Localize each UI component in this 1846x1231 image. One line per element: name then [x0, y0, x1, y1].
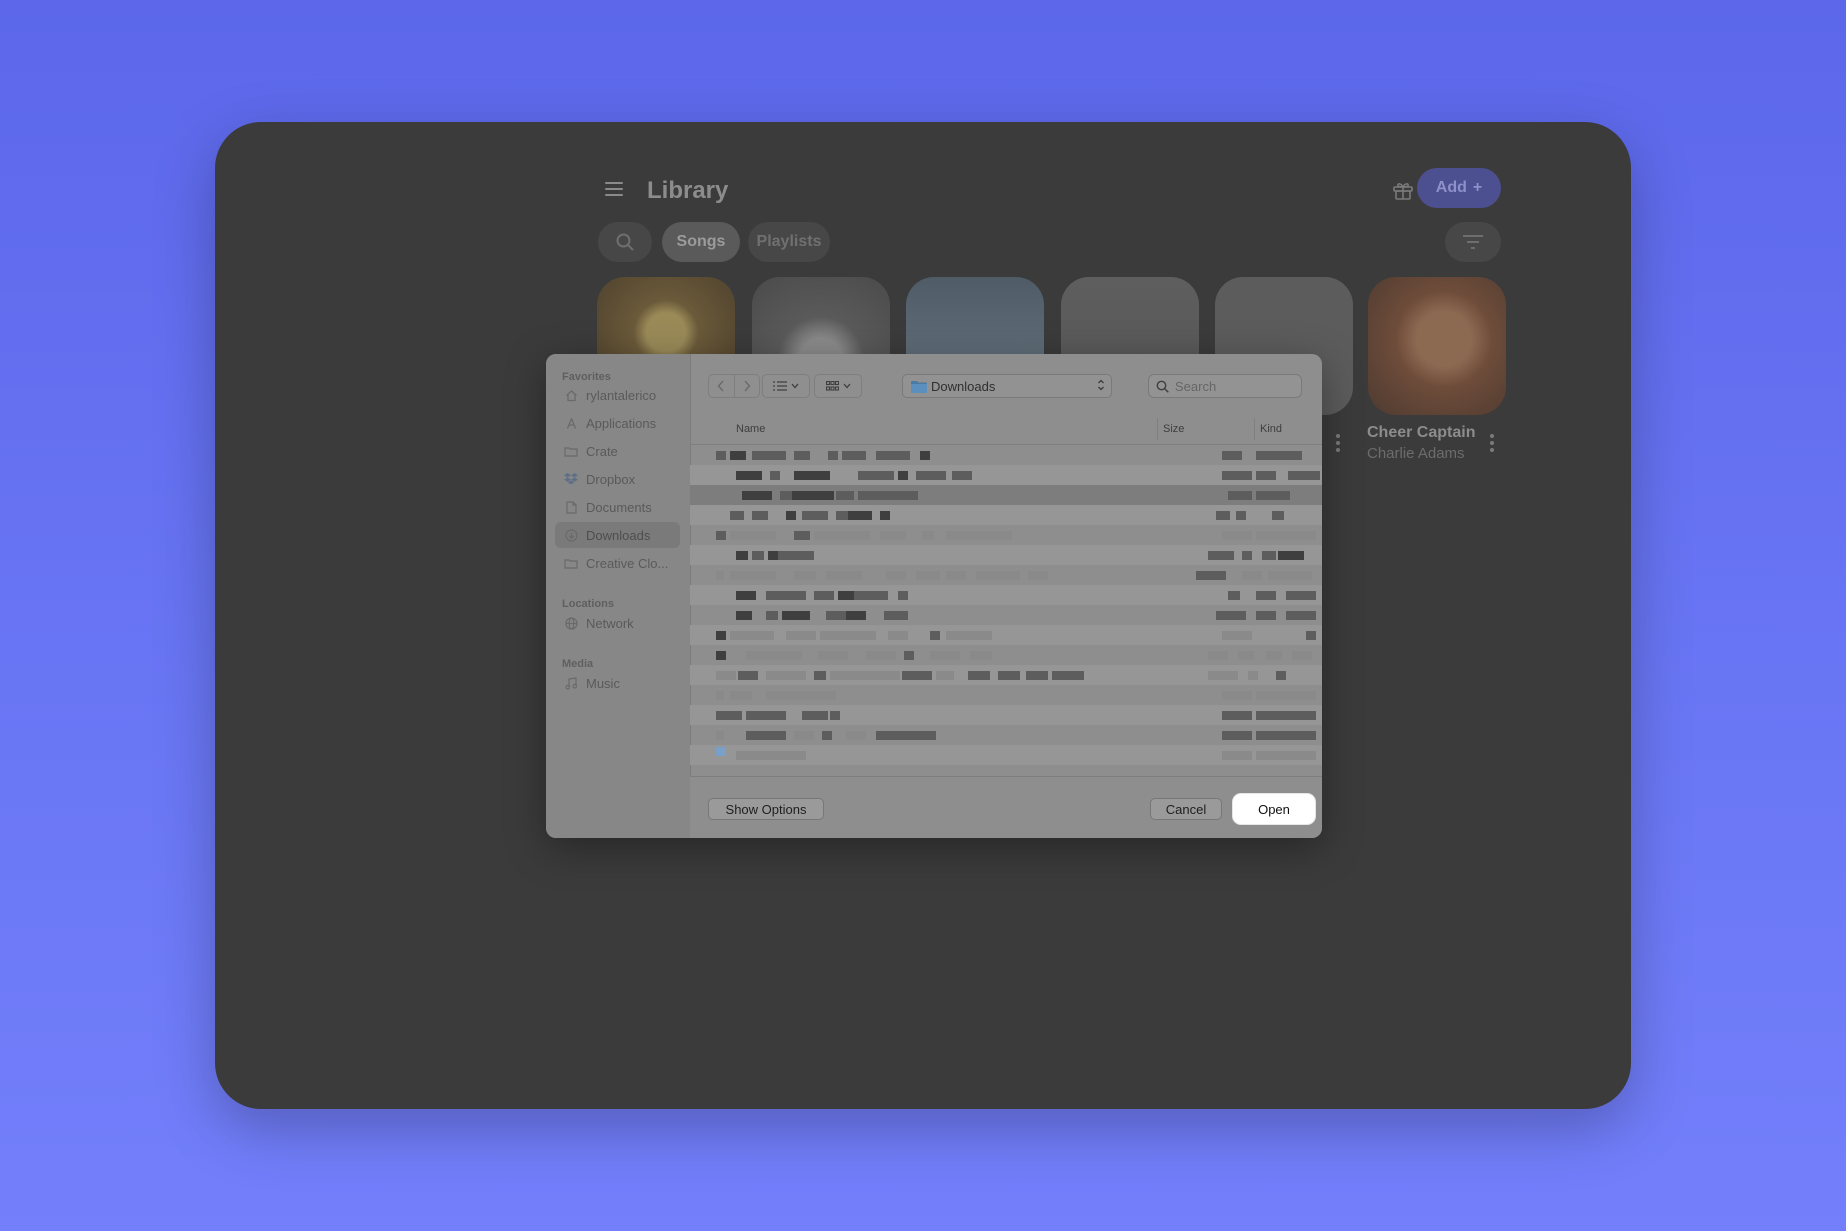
dialog-sidebar: Favorites rylantalerico Applications Cra… — [546, 354, 691, 838]
file-row[interactable] — [690, 605, 1322, 625]
library-tabs: Songs Playlists — [598, 222, 1511, 264]
list-view-icon — [773, 381, 787, 391]
folder-icon — [564, 556, 578, 570]
page-title: Library — [647, 177, 729, 204]
tab-songs[interactable]: Songs — [662, 222, 740, 262]
plus-icon: + — [1472, 179, 1483, 196]
file-row[interactable] — [690, 545, 1322, 565]
folder-icon — [564, 444, 578, 458]
file-row[interactable] — [690, 745, 1322, 765]
cancel-button[interactable]: Cancel — [1150, 798, 1222, 820]
file-row[interactable] — [690, 645, 1322, 665]
file-row[interactable] — [690, 685, 1322, 705]
file-row-selected[interactable] — [690, 485, 1322, 505]
album-title: Cheer Captain — [1367, 424, 1476, 441]
chevron-down-icon — [843, 383, 850, 389]
open-file-dialog: Favorites rylantalerico Applications Cra… — [546, 354, 1322, 838]
file-list: Name Size Kind — [690, 414, 1322, 776]
chevron-down-icon — [791, 383, 799, 389]
location-dropdown[interactable]: Downloads — [902, 374, 1112, 398]
sidebar-item-label: Applications — [586, 415, 657, 431]
list-view-button[interactable] — [762, 374, 810, 398]
sidebar-item-creative-cloud[interactable]: Creative Clo... — [555, 550, 680, 576]
file-row[interactable] — [690, 585, 1322, 605]
sidebar-item-home[interactable]: rylantalerico — [555, 382, 680, 408]
search-button[interactable] — [598, 222, 652, 262]
grid-view-icon — [825, 380, 839, 391]
sidebar-item-music[interactable]: Music — [555, 670, 680, 696]
dropbox-icon — [564, 472, 578, 486]
file-row[interactable] — [690, 525, 1322, 545]
sidebar-item-documents[interactable]: Documents — [555, 494, 680, 520]
sidebar-item-network[interactable]: Network — [555, 610, 680, 636]
back-button[interactable] — [709, 375, 734, 397]
add-button-label: Add — [1435, 179, 1467, 196]
file-row[interactable] — [690, 705, 1322, 725]
file-row[interactable] — [690, 625, 1322, 645]
album-art-cheer-captain[interactable] — [1368, 277, 1506, 415]
filter-button[interactable] — [1445, 222, 1501, 262]
column-divider[interactable] — [1254, 418, 1255, 440]
open-button[interactable]: Open — [1233, 794, 1315, 824]
sidebar-item-dropbox[interactable]: Dropbox — [555, 466, 680, 492]
search-icon — [616, 233, 634, 251]
more-options-icon[interactable] — [1336, 434, 1340, 455]
column-header-kind[interactable]: Kind — [1260, 423, 1282, 435]
sidebar-item-label: rylantalerico — [586, 387, 657, 403]
chevron-left-icon — [717, 380, 724, 392]
more-options-icon[interactable] — [1490, 434, 1494, 455]
column-divider[interactable] — [1157, 418, 1158, 440]
sidebar-item-label: Documents — [586, 499, 652, 515]
column-header-name[interactable]: Name — [736, 423, 765, 435]
search-input[interactable] — [1173, 377, 1287, 395]
file-row[interactable] — [690, 725, 1322, 745]
file-row[interactable] — [690, 665, 1322, 685]
dialog-toolbar: Downloads — [690, 354, 1322, 414]
file-row[interactable] — [690, 565, 1322, 585]
home-icon — [564, 388, 578, 402]
document-icon — [564, 500, 578, 514]
network-icon — [564, 616, 578, 630]
library-header: Library Add + — [605, 168, 1511, 214]
search-icon — [1156, 380, 1169, 393]
sidebar-heading-locations: Locations — [562, 598, 614, 610]
sidebar-heading-media: Media — [562, 658, 594, 670]
file-list-header: Name Size Kind — [690, 414, 1322, 445]
file-row[interactable] — [690, 465, 1322, 485]
column-header-size[interactable]: Size — [1163, 423, 1184, 435]
current-folder-label: Downloads — [931, 378, 996, 394]
sidebar-item-label: Network — [586, 615, 634, 631]
add-button[interactable]: Add + — [1417, 168, 1501, 208]
chevron-right-icon — [744, 380, 751, 392]
sidebar-item-label: Creative Clo... — [586, 555, 669, 571]
applications-icon — [564, 416, 578, 430]
downloads-icon — [564, 528, 578, 542]
search-field[interactable] — [1148, 374, 1302, 398]
file-row[interactable] — [690, 445, 1322, 465]
file-row[interactable] — [690, 505, 1322, 525]
dialog-footer: Show Options Cancel Open — [690, 776, 1322, 838]
sidebar-item-downloads[interactable]: Downloads — [555, 522, 680, 548]
forward-button[interactable] — [733, 375, 760, 397]
file-rows — [690, 445, 1322, 765]
sidebar-item-label: Crate — [586, 443, 618, 459]
sidebar-item-crate[interactable]: Crate — [555, 438, 680, 464]
folder-icon — [911, 380, 927, 393]
filter-icon — [1463, 235, 1483, 249]
sidebar-item-label: Music — [586, 675, 620, 691]
menu-icon[interactable] — [605, 182, 623, 196]
music-note-icon — [564, 676, 578, 690]
up-down-chevron-icon — [1098, 379, 1104, 391]
sidebar-item-label: Downloads — [586, 527, 651, 543]
album-artist: Charlie Adams — [1367, 445, 1465, 462]
show-options-button[interactable]: Show Options — [708, 798, 824, 820]
gift-icon[interactable] — [1391, 178, 1415, 202]
sidebar-item-applications[interactable]: Applications — [555, 410, 680, 436]
back-forward-buttons — [708, 374, 760, 398]
sidebar-item-label: Dropbox — [586, 471, 636, 487]
tab-playlists[interactable]: Playlists — [748, 222, 830, 262]
group-view-button[interactable] — [814, 374, 862, 398]
